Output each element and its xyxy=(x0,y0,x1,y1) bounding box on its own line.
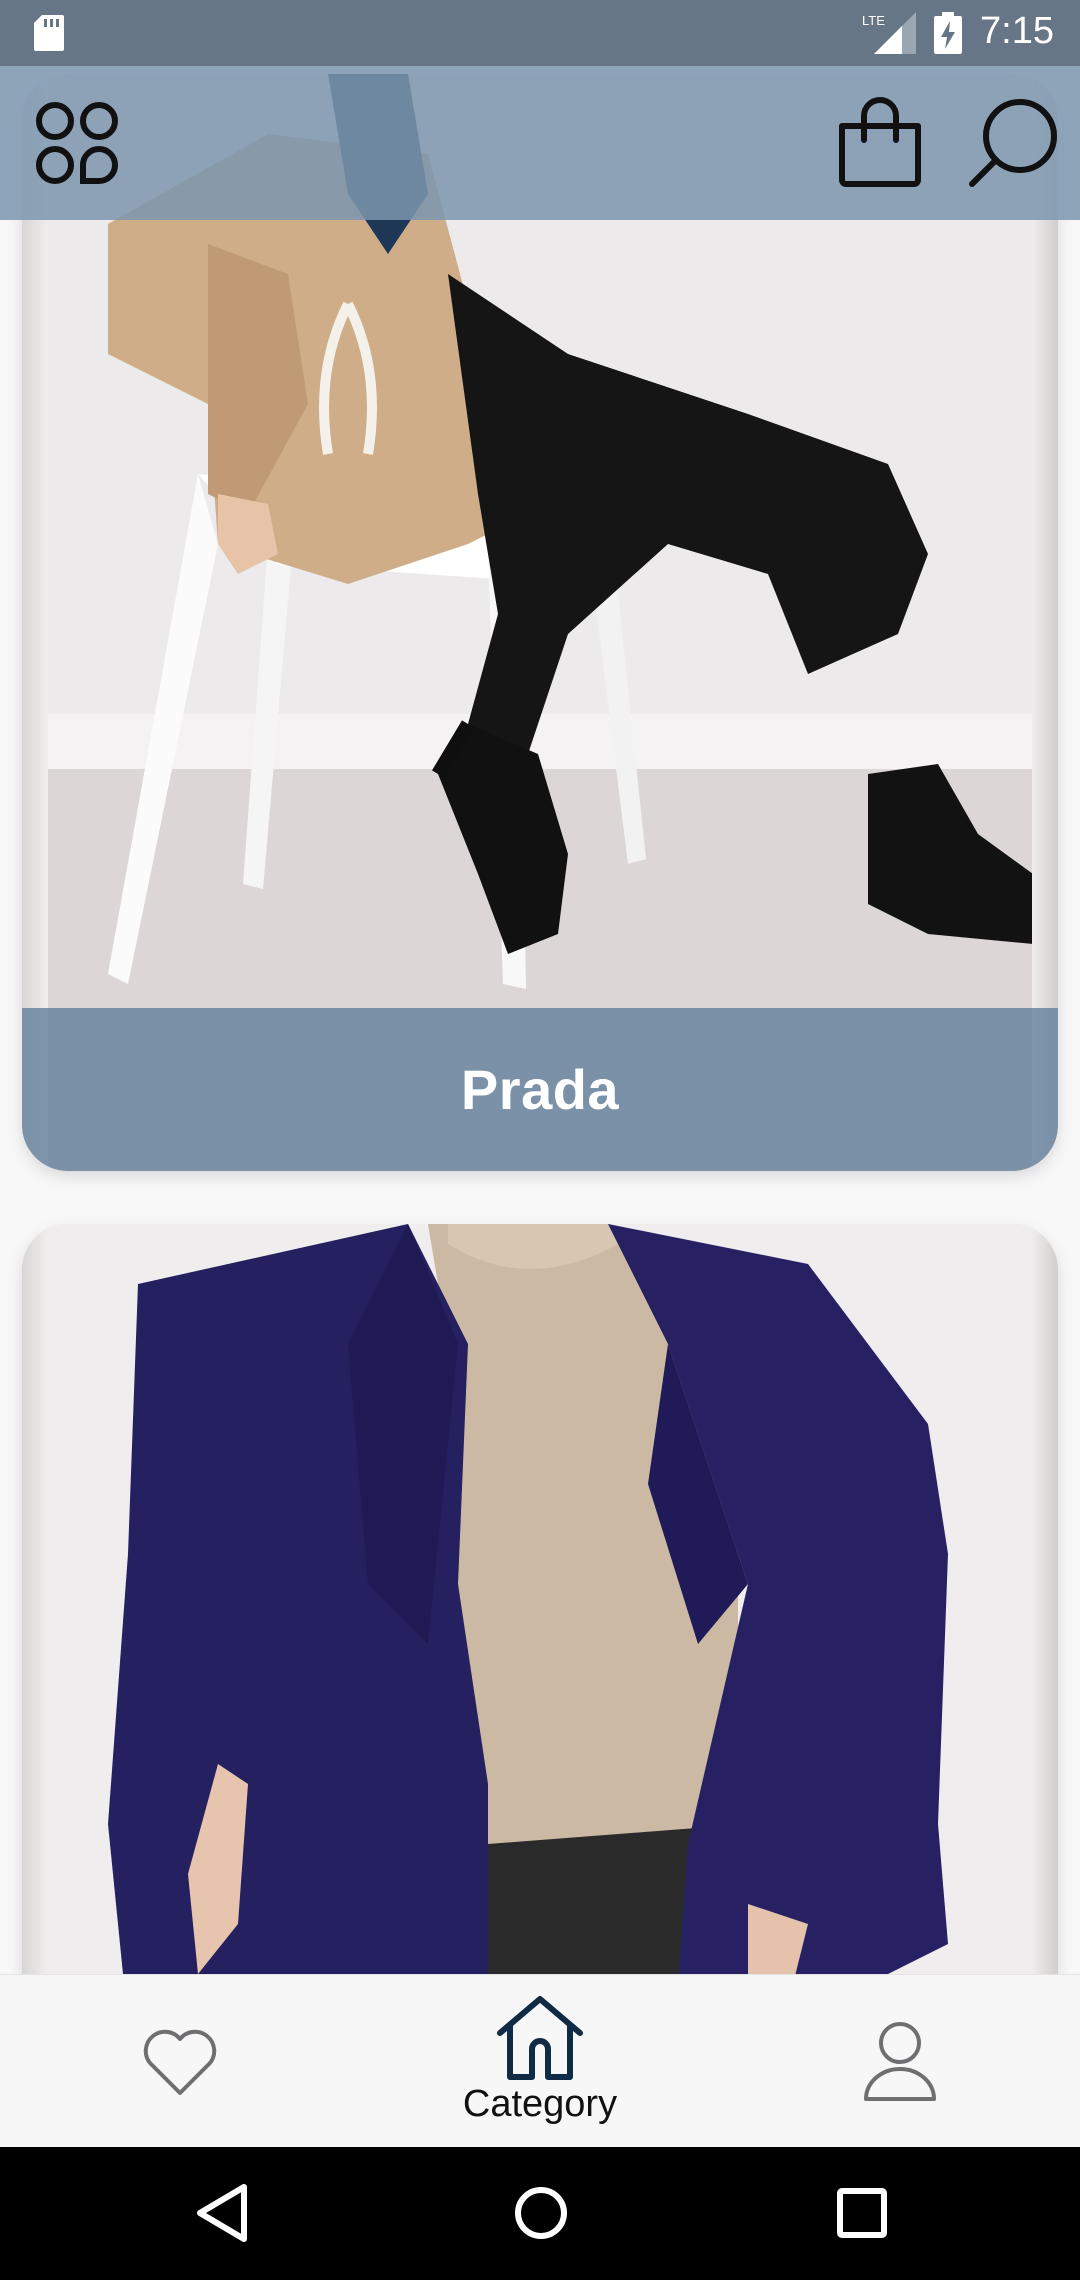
nav-item-category[interactable]: Category xyxy=(440,1993,640,2143)
brand-card[interactable]: Prada xyxy=(22,74,1058,1171)
profile-icon[interactable] xyxy=(862,2019,938,2103)
brand-list[interactable]: Prada xyxy=(0,66,1080,1974)
system-navigation-bar xyxy=(0,2147,1080,2280)
battery-charging-icon xyxy=(934,12,962,54)
menu-grid-icon[interactable] xyxy=(34,100,120,186)
brand-card-image xyxy=(48,1224,1032,1974)
app-bar xyxy=(0,66,1080,220)
home-circle-icon[interactable] xyxy=(512,2183,570,2243)
bottom-navigation: Category xyxy=(0,1974,1080,2147)
search-icon[interactable] xyxy=(968,96,1060,188)
status-clock: 7:15 xyxy=(980,10,1054,52)
screen: Prada LTE 7:15 Category xyxy=(0,0,1080,2280)
sd-card-icon xyxy=(34,15,64,51)
back-icon[interactable] xyxy=(194,2183,250,2243)
shopping-bag-icon[interactable] xyxy=(836,96,924,188)
nav-item-label: Category xyxy=(462,2083,618,2125)
recent-apps-icon[interactable] xyxy=(836,2187,888,2239)
brand-banner: Prada xyxy=(22,1008,1058,1171)
brand-name: Prada xyxy=(460,1058,620,1121)
lte-signal-icon: LTE xyxy=(862,12,916,54)
home-icon xyxy=(497,1996,583,2080)
brand-card-image xyxy=(48,74,1032,1171)
status-bar: LTE 7:15 xyxy=(0,0,1080,66)
network-label: LTE xyxy=(862,13,885,28)
brand-card[interactable] xyxy=(22,1224,1058,1974)
heart-icon[interactable] xyxy=(140,2027,220,2099)
